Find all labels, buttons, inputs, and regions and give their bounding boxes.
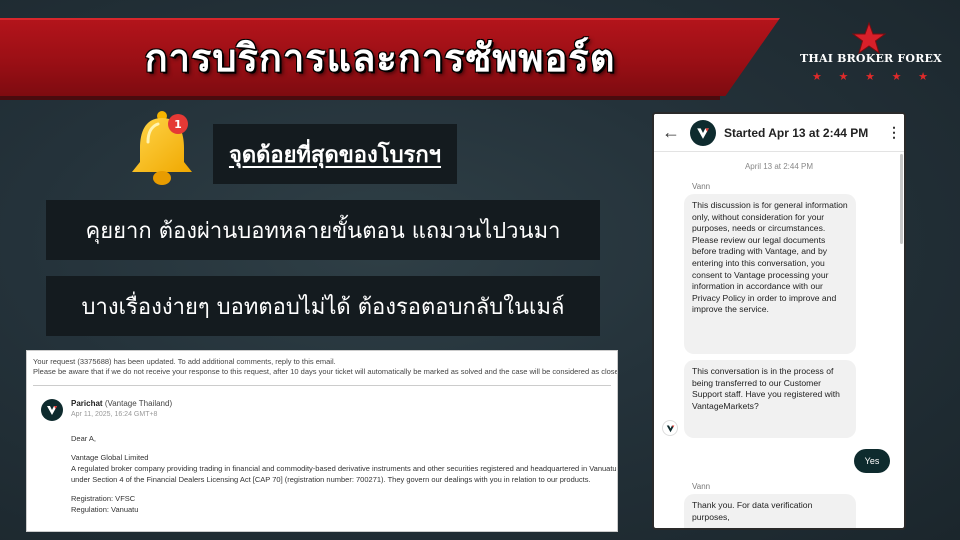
email-registration: Registration: VFSC (71, 494, 136, 503)
chat-message-bubble: This discussion is for general informati… (684, 194, 856, 354)
chat-sender-name: Vann (692, 182, 711, 191)
email-notice-line: Your request (3375688) has been updated.… (33, 357, 336, 366)
email-company: Vantage Global Limited (71, 453, 149, 462)
vantage-logo-icon (697, 127, 709, 139)
vantage-logo-icon (47, 406, 57, 415)
rating-star-icon: ★ (838, 70, 849, 83)
rating-star-icon: ★ (812, 70, 822, 83)
sender-date: Apr 11, 2025, 16:24 GMT+8 (71, 411, 158, 418)
chat-avatar (690, 119, 716, 146)
header-banner-shadow (0, 96, 720, 100)
sender-name-text: Parichat (71, 399, 103, 408)
chat-message-bubble: Thank you. For data verification purpose… (684, 494, 856, 528)
weakness-heading: จุดด้อยที่สุดของโบรกฯ (228, 142, 442, 168)
email-notice-line: Please be aware that if we do not receiv… (33, 367, 618, 376)
brand-logo: THAI BROKER FOREX ★ ★ ★ ★ ★ (800, 22, 942, 112)
rating-star-icon: ★ (891, 70, 902, 83)
notification-badge-count: 1 (174, 118, 182, 131)
support-chat-panel: ← Started Apr 13 at 2:44 PM ⋮ April 13 a… (652, 112, 906, 530)
page-title: การบริการและการซัพพอร์ต (144, 35, 616, 80)
weakness-heading-box: จุดด้อยที่สุดของโบรกฯ (213, 124, 457, 184)
star-icon (852, 22, 886, 54)
logo-text: THAI BROKER FOREX (800, 52, 942, 65)
user-reply-bubble: Yes (854, 449, 890, 473)
email-description-line: under Section 4 of the Financial Dealers… (71, 475, 591, 484)
email-description-line: A regulated broker company providing tra… (71, 464, 618, 473)
email-divider (33, 385, 611, 386)
chat-header: ← Started Apr 13 at 2:44 PM ⋮ (654, 114, 904, 152)
sender-org: (Vantage Thailand) (104, 399, 173, 408)
email-sender-row: Parichat (Vantage Thailand) Apr 11, 2025… (41, 399, 172, 421)
rating-star-icon: ★ (918, 70, 928, 83)
sender-info: Parichat (Vantage Thailand) Apr 11, 2025… (71, 399, 172, 421)
weakness-point-text: คุยยาก ต้องผ่านบอทหลายขั้นตอน แถมวนไปวนม… (85, 218, 561, 244)
chat-sender-name: Vann (692, 482, 711, 491)
sender-avatar (41, 399, 63, 421)
support-email-panel: Your request (3375688) has been updated.… (26, 350, 618, 532)
weakness-point: คุยยาก ต้องผ่านบอทหลายขั้นตอน แถมวนไปวนม… (46, 200, 600, 260)
logo-rating-stars: ★ ★ ★ ★ ★ (812, 70, 928, 83)
chat-message-bubble: This conversation is in the process of b… (684, 360, 856, 438)
email-notice: Your request (3375688) has been updated.… (27, 351, 617, 377)
email-regulation: Regulation: Vanuatu (71, 505, 139, 514)
chat-title: Started Apr 13 at 2:44 PM (724, 125, 869, 140)
weakness-point: บางเรื่องง่ายๆ บอทตอบไม่ได้ ต้องรอตอบกลั… (46, 276, 600, 336)
agent-avatar (662, 420, 678, 436)
more-options-icon[interactable]: ⋮ (884, 124, 904, 141)
weakness-point-text: บางเรื่องง่ายๆ บอทตอบไม่ได้ ต้องรอตอบกลั… (81, 294, 565, 320)
chat-date-label: April 13 at 2:44 PM (744, 162, 814, 171)
notification-bell-icon: 1 (132, 111, 192, 185)
back-arrow-icon[interactable]: ← (656, 122, 686, 143)
vantage-logo-icon (666, 425, 674, 432)
email-greeting: Dear A, (71, 434, 97, 443)
email-body: Dear A, Vantage Global Limited A regulat… (71, 433, 618, 515)
rating-star-icon: ★ (865, 70, 875, 83)
sender-name: Parichat (Vantage Thailand) (71, 399, 172, 408)
